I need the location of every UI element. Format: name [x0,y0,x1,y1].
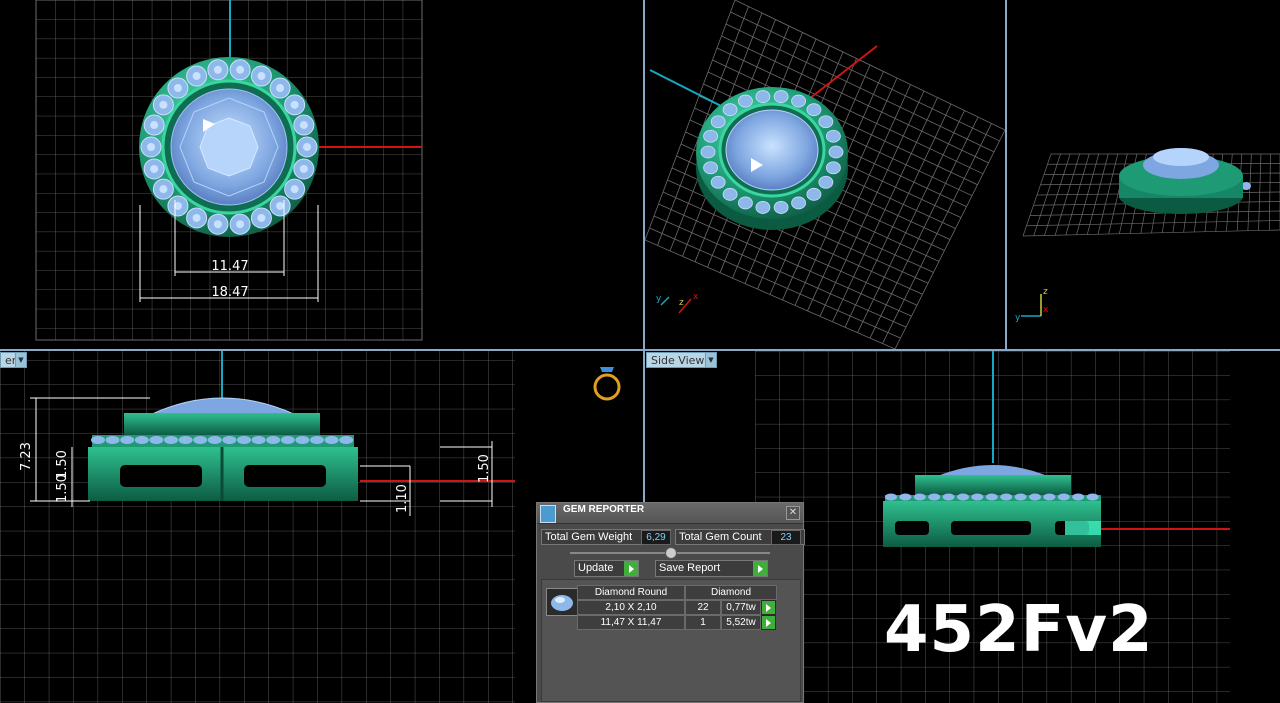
update-button[interactable]: Update [574,560,639,577]
dimension-height: 7.23 [19,442,34,471]
viewport-tab-front[interactable]: er ▼ [0,352,27,368]
row-select-button[interactable] [761,615,776,630]
perspective-viewport[interactable]: y z x [645,0,1005,349]
play-icon [753,561,767,576]
svg-text:z: z [679,298,684,308]
slider-handle[interactable] [665,547,677,559]
dimension-mid: 1.10 [395,484,410,513]
svg-text:x: x [1043,305,1049,315]
panel-title: GEM REPORTER [563,504,645,515]
chevron-down-icon[interactable]: ▼ [15,353,26,367]
panel-titlebar[interactable]: GEM REPORTER ✕ [537,503,803,524]
axis-gizmo: y z x [1015,287,1049,323]
svg-text:z: z [1043,287,1048,297]
viewport-tab-label: Side View [651,354,705,367]
total-count-value: 23 [771,530,801,545]
table-cell-count: 22 [685,600,721,615]
close-icon[interactable]: ✕ [786,506,800,520]
perspective-canvas: y z x [645,0,1005,349]
viewport-separator-vertical-top[interactable] [1005,0,1007,349]
viewport-tab-side[interactable]: Side View ▼ [646,352,717,368]
gem-reporter-panel[interactable]: GEM REPORTER ✕ Total Gem Weight 6,29 Tot… [536,502,805,703]
row-select-button[interactable] [761,600,776,615]
svg-text:x: x [693,292,699,302]
svg-text:y: y [1015,313,1021,323]
chevron-down-icon[interactable]: ▼ [705,353,716,367]
side-perspective-viewport[interactable]: y z x [1007,0,1280,349]
svg-text:y: y [656,294,662,304]
dimension-outer: 18.47 [211,285,248,300]
table-header-shape: Diamond Round [577,585,685,600]
save-report-label: Save Report [659,562,721,574]
dimension-inner: 11.47 [211,259,248,274]
model-code-label: 452Fv2 [884,593,1154,667]
viewport-separator-horizontal[interactable] [0,349,1280,351]
top-view-viewport[interactable]: 11.47 18.47 [0,0,643,349]
play-icon [624,561,638,576]
table-cell-weight: 5,52tw [721,615,761,630]
update-button-label: Update [578,562,614,574]
top-view-canvas: 11.47 18.47 [35,0,423,341]
gem-reporter-icon [540,505,556,523]
table-cell-size: 11,47 X 11,47 [577,615,685,630]
table-header-material: Diamond [685,585,777,600]
table-cell-count: 1 [685,615,721,630]
axis-gizmo: y z x [656,292,699,314]
dimension-right: 1.50 [477,454,492,483]
total-weight-value: 6,29 [641,530,671,545]
ring-icon[interactable] [593,367,621,401]
diamond-round-icon[interactable] [546,588,578,616]
table-cell-size: 2,10 X 2,10 [577,600,685,615]
save-report-button[interactable]: Save Report [655,560,768,577]
dimension-left-b: 1.50 [55,474,70,503]
table-cell-weight: 0,77tw [721,600,761,615]
gem-table-area: Diamond Round Diamond 2,10 X 2,10 22 0,7… [541,579,801,702]
side-perspective-canvas: y z x [1015,148,1280,323]
